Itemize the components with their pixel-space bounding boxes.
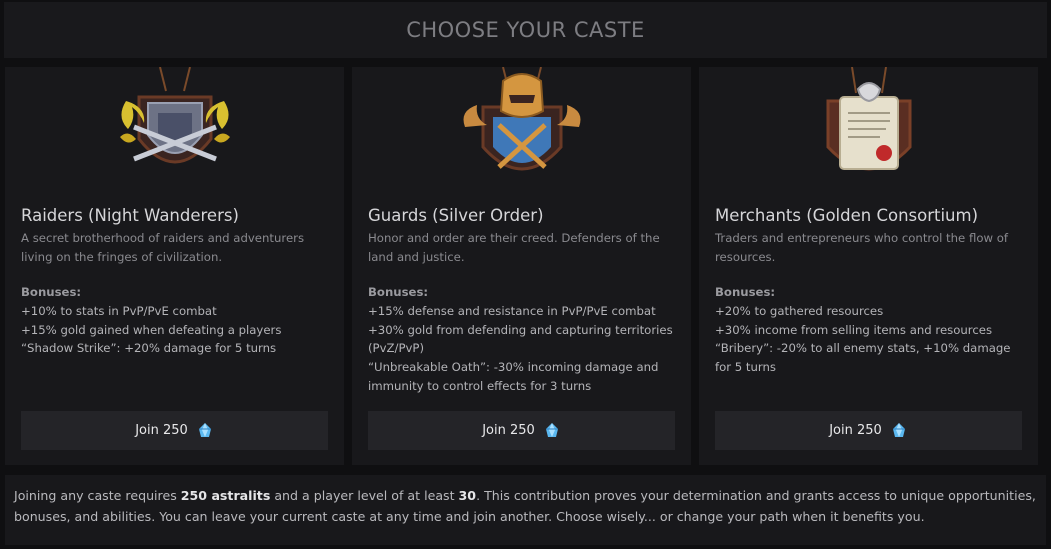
astralit-gem-icon: [196, 422, 214, 440]
caste-card-raiders: Raiders (Night Wanderers) A secret broth…: [5, 67, 344, 465]
page-header: CHOOSE YOUR CASTE: [4, 2, 1047, 58]
footer-astralits-requirement: 250 astralits: [180, 488, 271, 503]
bonuses-heading: Bonuses:: [715, 285, 776, 299]
join-raiders-button[interactable]: Join 250: [21, 411, 328, 450]
astralit-gem-icon: [543, 422, 561, 440]
caste-info-footer: Joining any caste requires 250 astralits…: [5, 475, 1046, 545]
caste-title: Raiders (Night Wanderers): [21, 206, 239, 225]
bonus-item: +10% to stats in PvP/PvE combat: [21, 304, 217, 318]
caste-card-merchants: Merchants (Golden Consortium) Traders an…: [699, 67, 1038, 465]
caste-description: Traders and entrepreneurs who control th…: [715, 231, 1009, 264]
bonus-list: +15% defense and resistance in PvP/PvE c…: [368, 302, 678, 396]
bonus-item: +20% to gathered resources: [715, 304, 884, 318]
caste-title: Merchants (Golden Consortium): [715, 206, 979, 225]
caste-title: Guards (Silver Order): [368, 206, 544, 225]
merchants-scroll-shield-icon: [800, 67, 938, 191]
bonus-item: +15% defense and resistance in PvP/PvE c…: [368, 304, 656, 318]
footer-text: and a player level of at least: [270, 488, 459, 503]
join-label: Join 250: [829, 423, 882, 438]
astralit-gem-icon: [890, 422, 908, 440]
raiders-dragon-shield-icon: [106, 67, 244, 191]
bonus-list: +20% to gathered resources +30% income f…: [715, 302, 1025, 377]
caste-description: A secret brotherhood of raiders and adve…: [21, 231, 305, 264]
guards-helmet-shield-icon: [453, 67, 591, 191]
page-title: CHOOSE YOUR CASTE: [406, 18, 645, 42]
join-label: Join 250: [135, 423, 188, 438]
bonus-item: +15% gold gained when defeating a player…: [21, 322, 282, 337]
join-guards-button[interactable]: Join 250: [368, 411, 675, 450]
caste-description: Honor and order are their creed. Defende…: [368, 231, 660, 264]
bonus-item: “Shadow Strike”: +20% damage for 5 turns: [21, 341, 277, 356]
bonus-item: “Unbreakable Oath”: -30% incoming damage…: [368, 360, 659, 393]
footer-level-requirement: 30: [458, 488, 477, 503]
join-label: Join 250: [482, 423, 535, 438]
bonus-list: +10% to stats in PvP/PvE combat +15% gol…: [21, 302, 331, 358]
footer-text: Joining any caste requires: [14, 488, 181, 503]
bonuses-heading: Bonuses:: [21, 285, 82, 299]
bonuses-heading: Bonuses:: [368, 285, 429, 299]
bonus-item: +30% gold from defending and capturing t…: [368, 322, 673, 356]
bonus-item: +30% income from selling items and resou…: [715, 322, 993, 337]
caste-card-guards: Guards (Silver Order) Honor and order ar…: [352, 67, 691, 465]
bonus-item: “Bribery”: -20% to all enemy stats, +10%…: [715, 341, 1011, 375]
join-merchants-button[interactable]: Join 250: [715, 411, 1022, 450]
